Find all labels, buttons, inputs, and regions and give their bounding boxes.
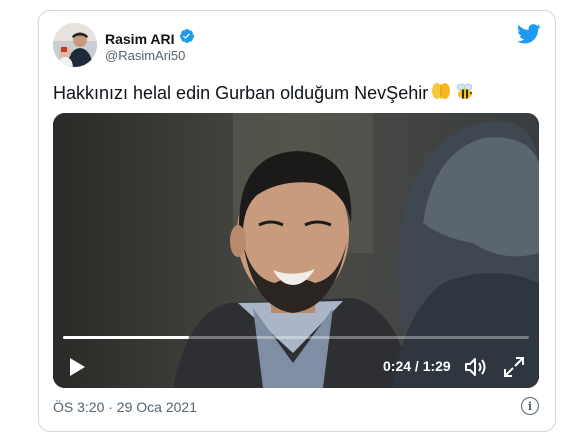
info-icon[interactable]: i <box>521 397 539 415</box>
tweet-timestamp[interactable]: ÖS 3:20 · 29 Oca 2021 <box>53 399 197 415</box>
fullscreen-icon <box>504 357 524 377</box>
video-time: 0:24 / 1:29 <box>383 358 451 374</box>
play-button[interactable] <box>67 356 87 383</box>
volume-button[interactable] <box>463 355 489 384</box>
video-player[interactable]: 0:24 / 1:29 <box>53 113 539 388</box>
author-display-name[interactable]: Rasim ARI <box>105 31 175 47</box>
progress-bar[interactable] <box>63 336 529 339</box>
play-icon <box>70 358 85 376</box>
tweet-text: Hakkınızı helal edin Gurban olduğum NevŞ… <box>53 81 476 106</box>
video-frame <box>53 113 539 388</box>
folded-hands-icon <box>430 81 452 106</box>
tweet-text-body: Hakkınızı helal edin Gurban olduğum NevŞ… <box>53 83 429 103</box>
verified-badge-icon <box>179 28 195 49</box>
avatar[interactable] <box>53 23 97 67</box>
volume-icon <box>465 358 486 376</box>
tweet-card: Rasim ARI @RasimAri50 Hakkınızı helal ed… <box>38 10 556 432</box>
bee-icon <box>454 81 476 106</box>
fullscreen-button[interactable] <box>502 355 526 384</box>
author-name-row[interactable]: Rasim ARI <box>105 28 195 49</box>
twitter-bird-icon[interactable] <box>517 24 541 49</box>
progress-fill <box>63 336 189 339</box>
tweet-emojis <box>430 81 476 106</box>
author-handle[interactable]: @RasimAri50 <box>105 48 185 63</box>
